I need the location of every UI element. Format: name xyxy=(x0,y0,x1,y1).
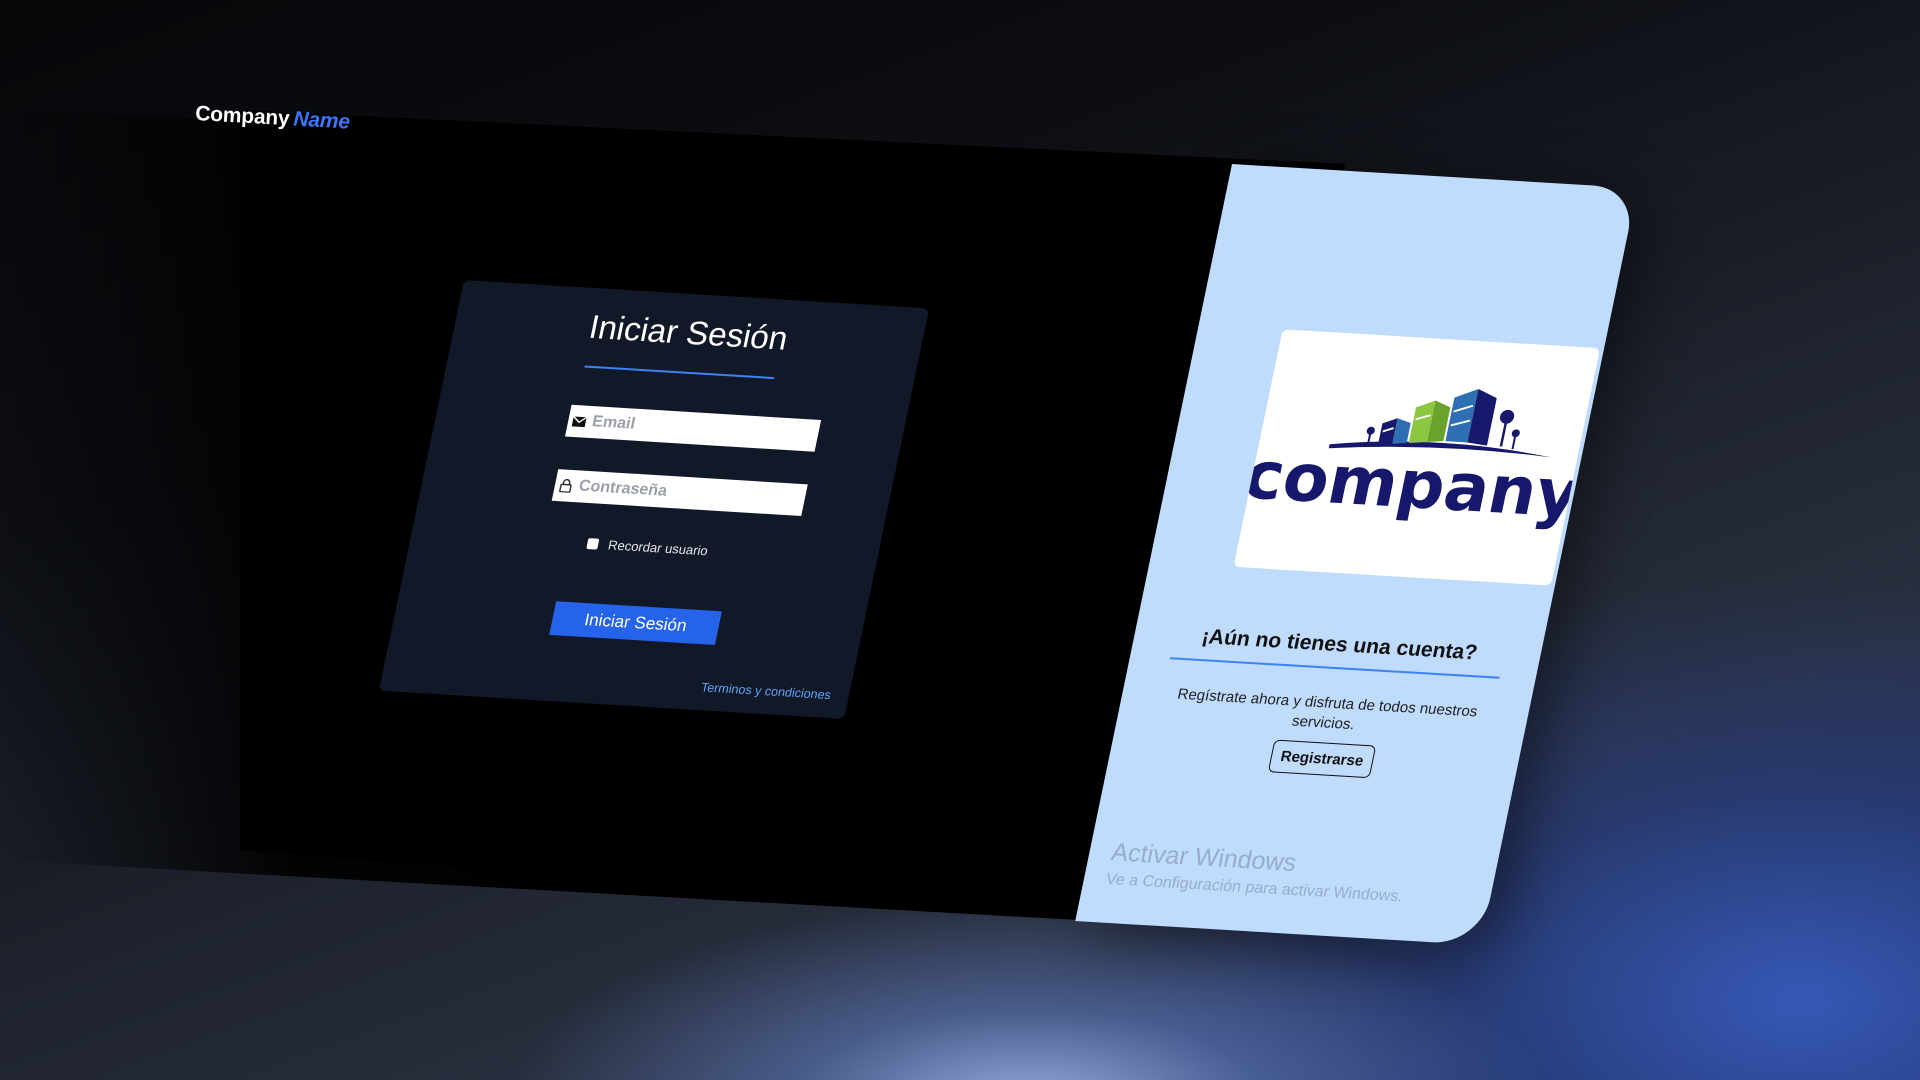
lock-icon xyxy=(554,478,579,493)
terms-link[interactable]: Terminos y condiciones xyxy=(700,680,833,702)
logo-text: company xyxy=(1237,436,1587,533)
remember-label: Recordar usuario xyxy=(606,537,710,559)
login-title: Iniciar Sesión xyxy=(586,307,792,357)
password-input[interactable] xyxy=(575,477,807,510)
login-card: Iniciar Sesión Recordar usuario Iniciar … xyxy=(378,280,930,720)
login-panel-background xyxy=(240,110,1345,928)
register-button[interactable]: Registrarse xyxy=(1267,739,1377,779)
email-input[interactable] xyxy=(588,413,820,445)
login-button[interactable]: Iniciar Sesión xyxy=(549,601,722,645)
title-underline xyxy=(584,365,775,380)
company-logo-graphic: company xyxy=(1237,389,1587,533)
windows-activation-watermark: Activar Windows Ve a Configuración para … xyxy=(1104,838,1411,906)
brand-name-part2: Name xyxy=(292,107,351,134)
register-text: Regístrate ahora y disfruta de todos nue… xyxy=(1175,685,1480,733)
remember-checkbox[interactable] xyxy=(586,538,600,550)
email-field[interactable] xyxy=(565,404,822,452)
envelope-icon xyxy=(567,415,591,427)
remember-user[interactable]: Recordar usuario xyxy=(586,536,710,559)
brand-name-part1: Company xyxy=(194,102,291,131)
company-logo: company xyxy=(1233,329,1601,586)
password-field[interactable] xyxy=(551,469,808,517)
